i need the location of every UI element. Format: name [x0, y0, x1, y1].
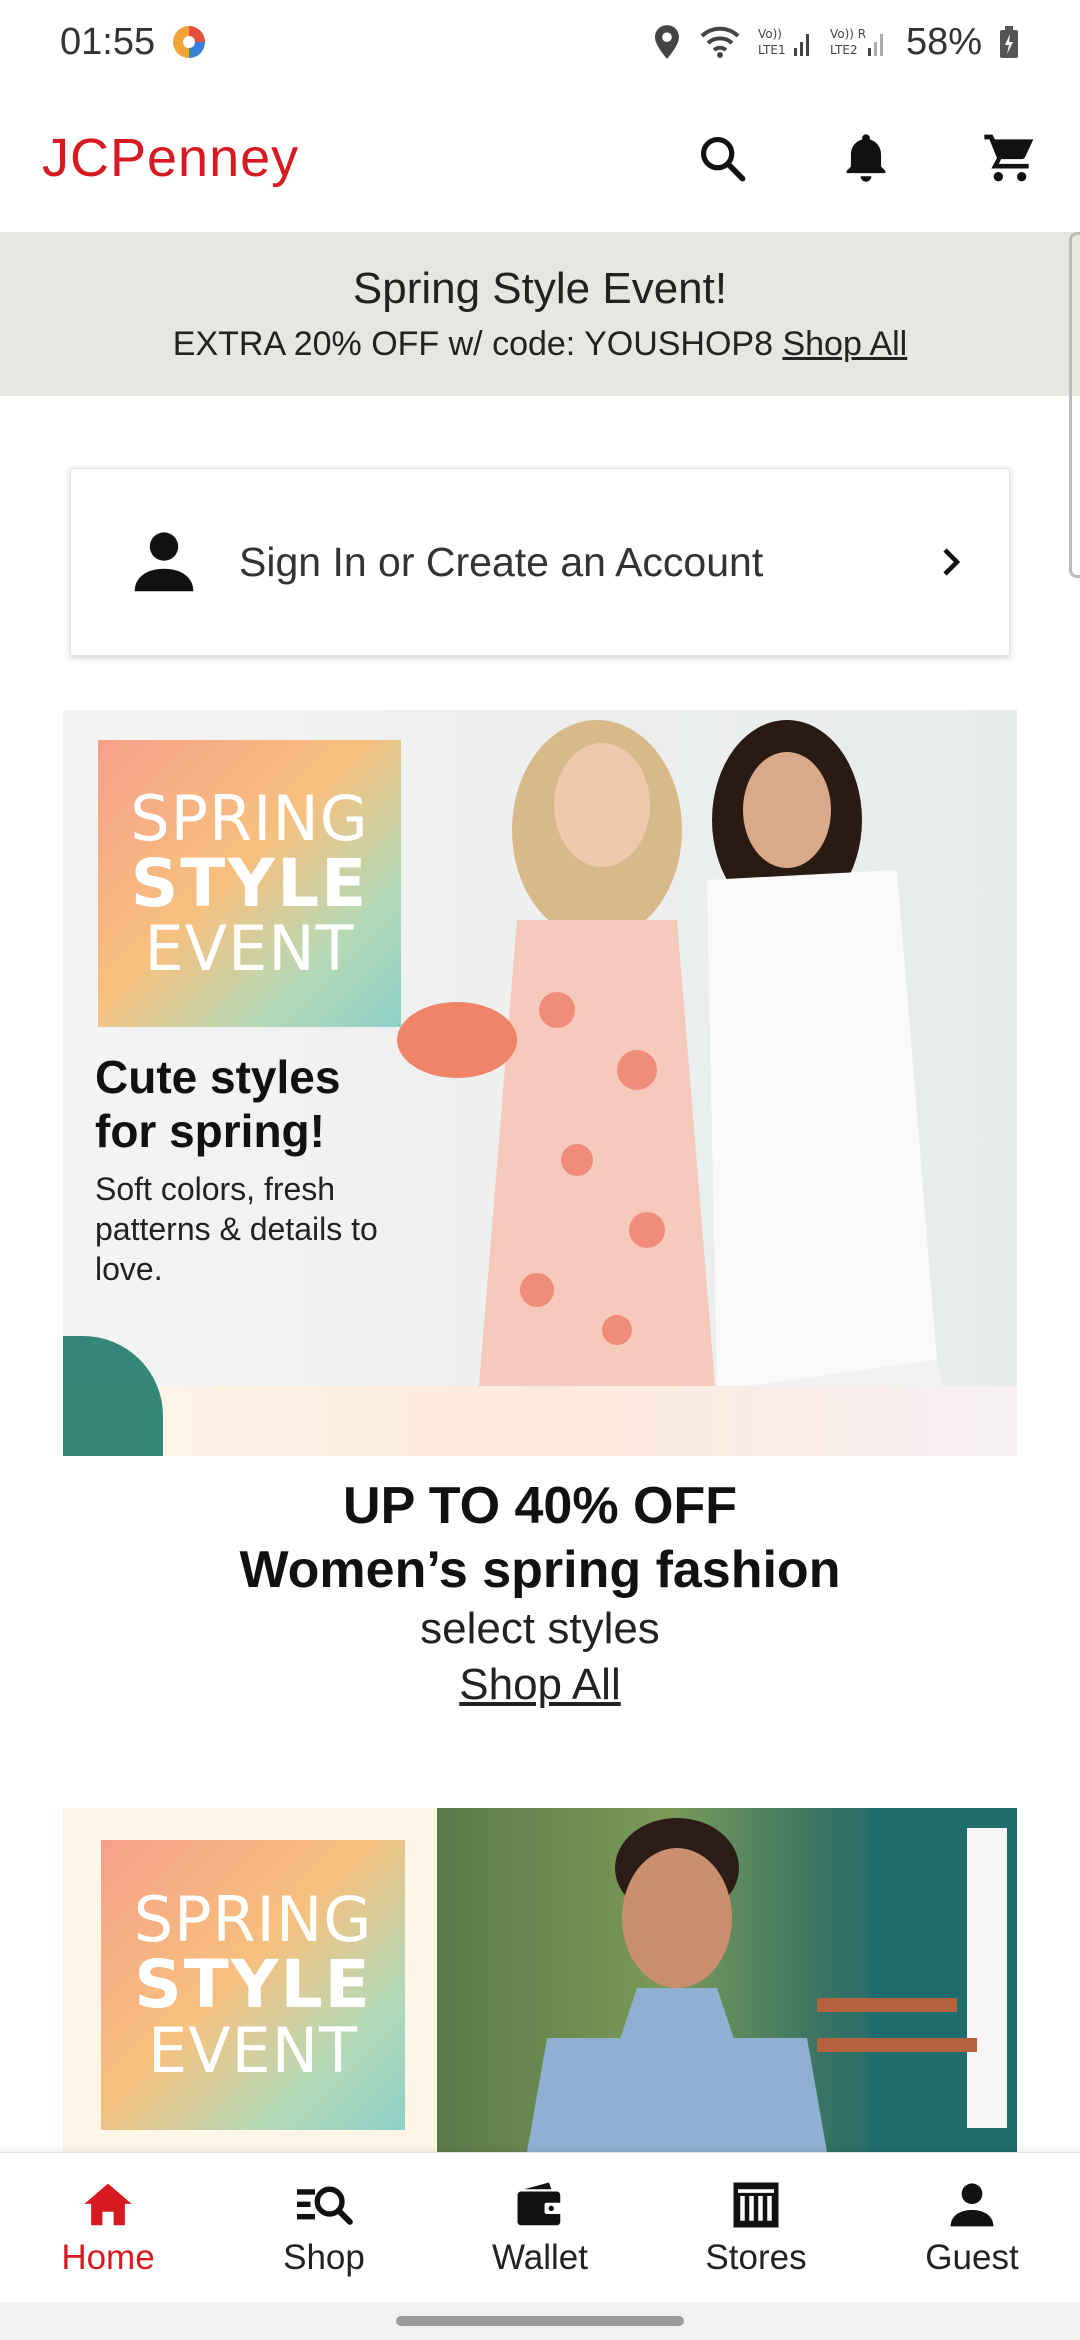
badge2-line-2: STYLE [134, 1946, 372, 2024]
sale-category: Women’s spring fashion [239, 1541, 841, 1599]
nav-stores-label: Stores [705, 2238, 807, 2277]
search-icon [700, 136, 746, 182]
sign-in-card[interactable]: Sign In or Create an Account [70, 468, 1010, 656]
badge2-line-1: SPRING [133, 1883, 373, 1957]
person-icon [134, 532, 194, 592]
spring-style-event-badge-2: SPRING STYLE EVENT [101, 1840, 405, 2130]
sale-headline: UP TO 40% OFF [343, 1477, 737, 1535]
gesture-area [0, 2302, 1080, 2340]
nav-home[interactable]: Home [0, 2153, 216, 2303]
nav-shop[interactable]: Shop [216, 2153, 432, 2303]
sign-in-label: Sign In or Create an Account [239, 538, 764, 585]
promo-banner[interactable]: Spring Style Event! EXTRA 20% OFF w/ cod… [0, 232, 1080, 396]
app-header: JCPenney [0, 84, 1080, 232]
promo-title: Spring Style Event! [352, 264, 728, 313]
wifi-icon [698, 24, 742, 60]
sale-shop-all-link[interactable]: Shop All [459, 1660, 620, 1710]
status-left: 01:55 [60, 21, 209, 64]
promo-text: EXTRA 20% OFF w/ code: YOUSHOP8 [172, 324, 774, 363]
search-button[interactable] [680, 116, 764, 200]
badge-line-2: STYLE [130, 844, 369, 922]
store-icon [733, 2182, 779, 2228]
header-actions [680, 116, 1052, 200]
hero-headline: Cute styles for spring! [95, 1051, 341, 1158]
nav-guest-label: Guest [925, 2238, 1019, 2277]
mens-banner[interactable]: SPRING STYLE EVENT [63, 1808, 1017, 2152]
cart-button[interactable] [968, 116, 1052, 200]
wallet-icon [517, 2182, 563, 2226]
nav-guest[interactable]: Guest [864, 2153, 1080, 2303]
notifications-button[interactable] [824, 116, 908, 200]
status-time: 01:55 [60, 20, 156, 63]
hero-body: Soft colors, fresh patterns & details to… [95, 1170, 378, 1287]
nav-wallet[interactable]: Wallet [432, 2153, 648, 2303]
nav-shop-label: Shop [283, 2238, 365, 2277]
svg-text:Vo)) R: Vo)) R [830, 27, 866, 41]
spring-style-event-badge: SPRING STYLE EVENT [98, 740, 401, 1027]
bottom-nav: Home Shop Wallet Stores Guest [0, 2152, 1080, 2303]
status-bar: 01:55 Vo)) LTE1 Vo)) R LTE2 58% [0, 0, 1080, 84]
nav-home-label: Home [61, 2238, 155, 2277]
home-gesture-bar[interactable] [396, 2316, 684, 2326]
signal-lte1-icon: Vo)) LTE1 [758, 24, 814, 60]
shop-search-icon [297, 2186, 353, 2225]
signal-lte2-icon: Vo)) R LTE2 [830, 24, 890, 60]
bell-icon [846, 134, 886, 182]
svg-text:LTE1: LTE1 [758, 43, 786, 57]
brand-logo[interactable]: JCPenney [42, 127, 299, 189]
battery-icon [998, 24, 1020, 60]
battery-percent: 58% [905, 20, 982, 63]
mens-banner-photo [437, 1808, 1017, 2152]
leaf-decoration [63, 1336, 163, 1456]
nav-stores[interactable]: Stores [648, 2153, 864, 2303]
svg-text:LTE2: LTE2 [830, 43, 858, 57]
sale-section: UP TO 40% OFF Women’s spring fashion sel… [0, 1476, 1080, 1710]
hero-banner[interactable]: SPRING STYLE EVENT Cute styles for sprin… [63, 710, 1017, 1456]
promo-shop-all-link[interactable]: Shop All [782, 325, 907, 363]
hero-floor-decoration [63, 1386, 1017, 1456]
badge-line-3: EVENT [144, 912, 355, 986]
badge2-line-3: EVENT [147, 2013, 358, 2087]
badge-line-1: SPRING [130, 781, 369, 855]
promo-subtitle: EXTRA 20% OFF w/ code: YOUSHOP8 Shop All [0, 325, 1080, 364]
chevron-right-icon [943, 548, 961, 576]
sale-qualifier: select styles [420, 1604, 660, 1653]
scrollbar[interactable] [1069, 232, 1080, 578]
mens-banner-left: SPRING STYLE EVENT [63, 1808, 437, 2152]
person-icon [950, 2183, 994, 2227]
svg-text:Vo)): Vo)) [758, 27, 782, 41]
man-photo [527, 1808, 1017, 2152]
hero-copy: Cute styles for spring! Soft colors, fre… [95, 1050, 395, 1289]
home-icon [84, 2183, 132, 2226]
cart-icon [984, 134, 1034, 182]
status-right: Vo)) LTE1 Vo)) R LTE2 58% [652, 21, 1020, 64]
location-icon [652, 24, 682, 60]
models-photo [397, 720, 957, 1456]
nav-wallet-label: Wallet [492, 2238, 588, 2277]
app-notification-icon [169, 22, 209, 62]
